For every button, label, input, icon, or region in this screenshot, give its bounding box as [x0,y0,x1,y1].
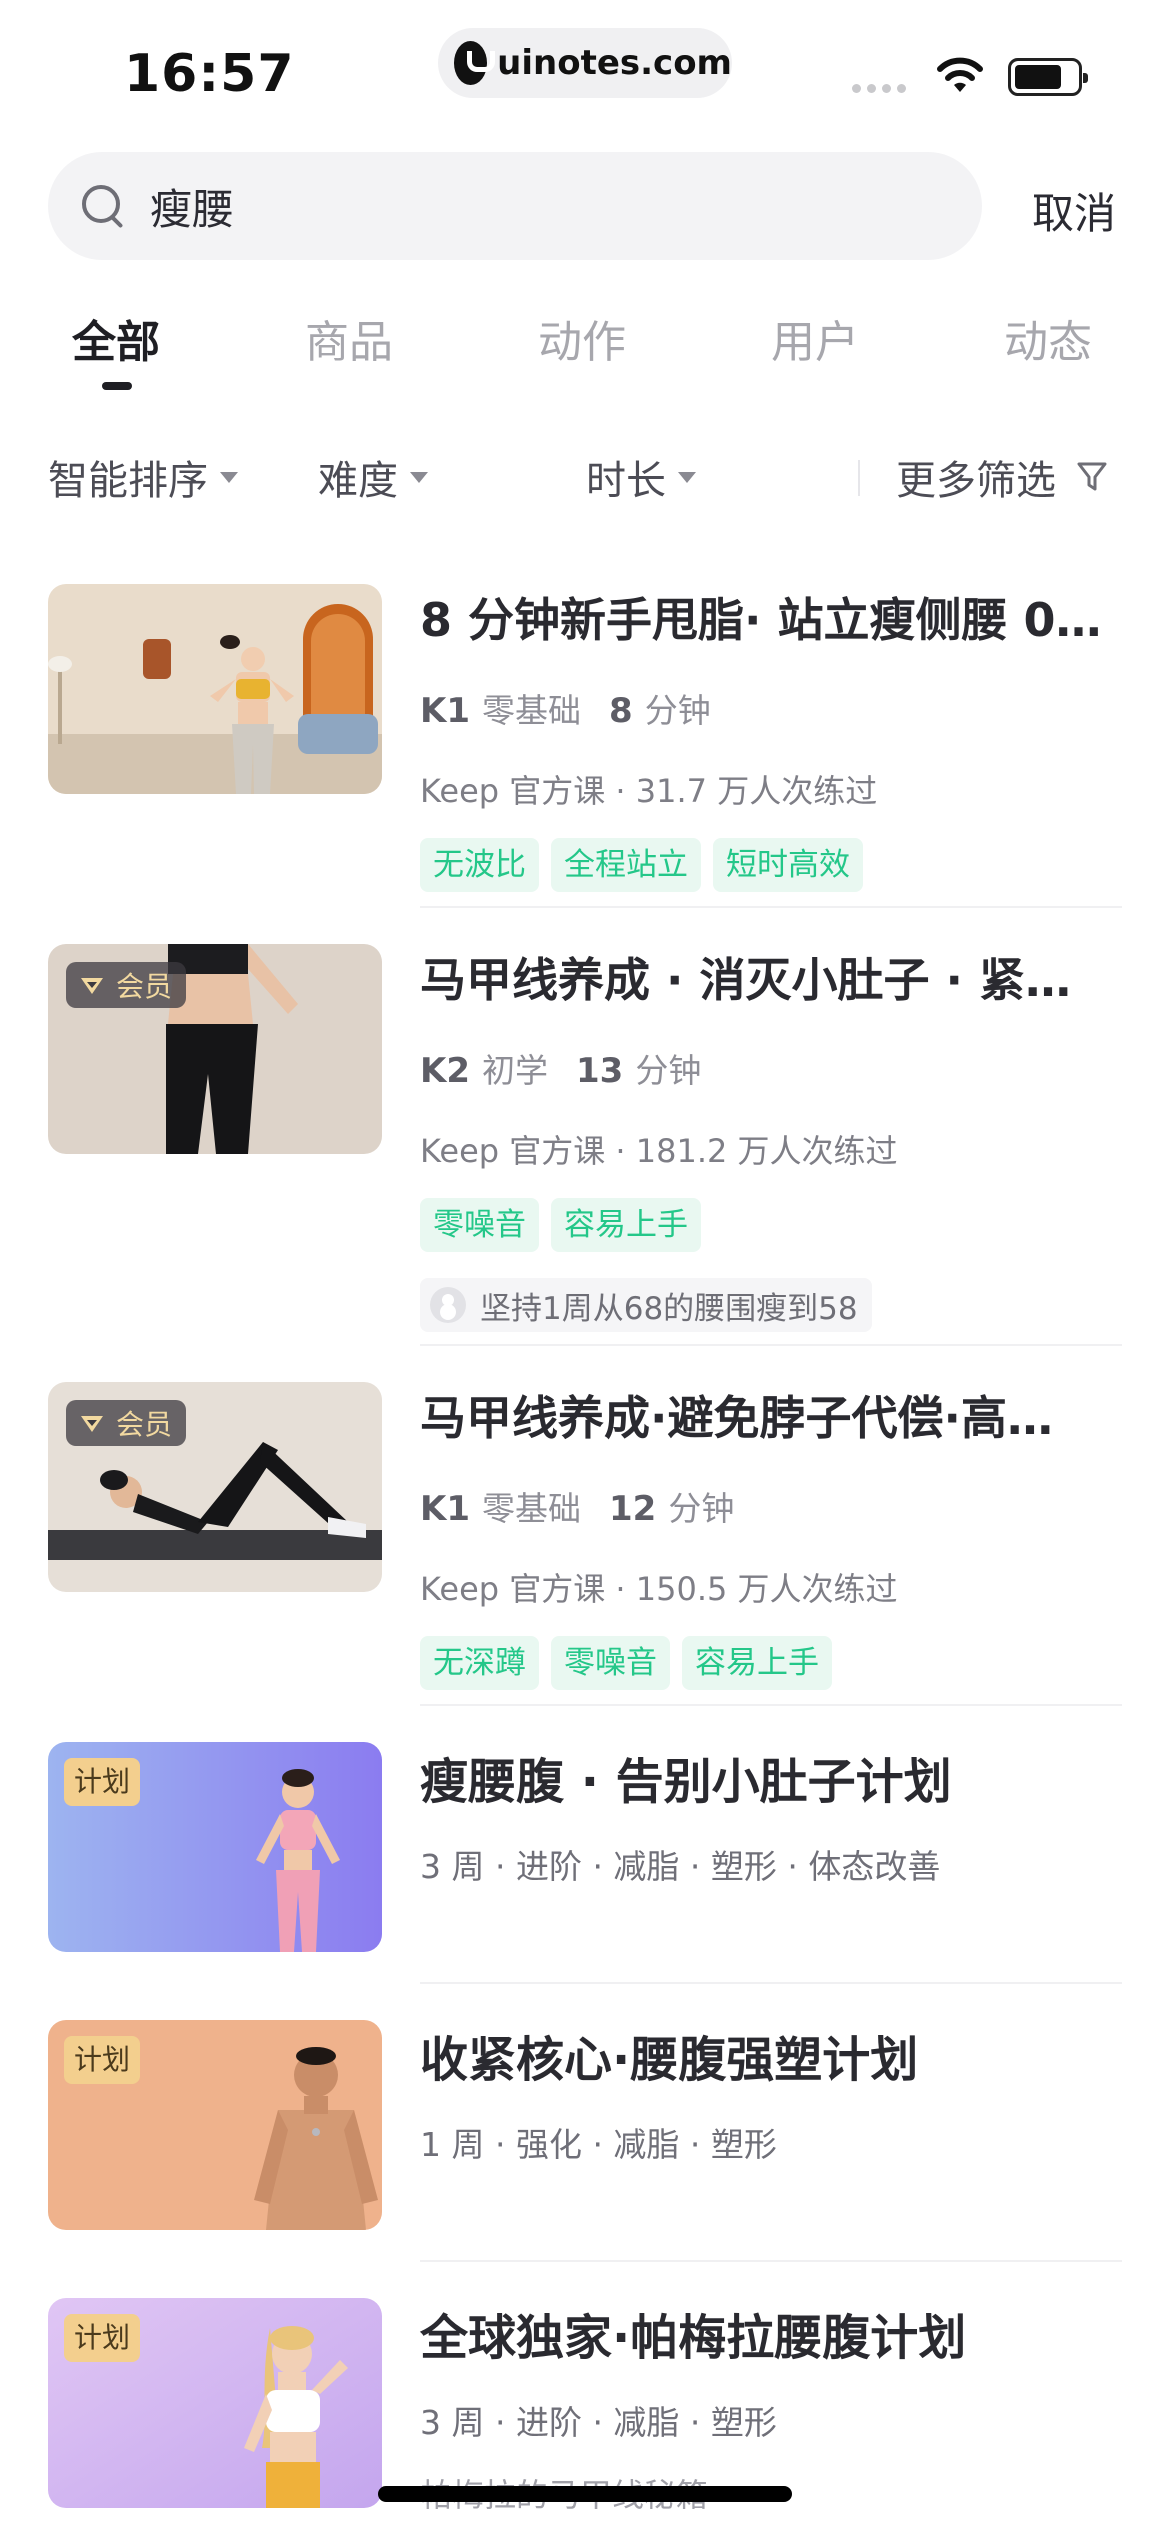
plan-thumbnail: 计划 [48,1742,382,1952]
course-thumbnail [48,584,382,794]
vip-badge: 会员 [66,1400,187,1446]
course-minutes-unit: 分钟 [644,691,711,730]
filter-bar: 智能排序 难度 时长 更多筛选 [0,448,1170,508]
result-tabs: 全部 商品 动作 用户 动态 [0,306,1170,406]
tab-exercises[interactable]: 动作 [538,306,626,370]
plan-badge: 计划 [64,2036,141,2084]
course-minutes: 8 [609,691,633,731]
course-meta: Keep 官方课 · 181.2 万人次练过 [420,1132,898,1170]
plan-badge: 计划 [64,1758,141,1806]
list-divider [420,1704,1122,1706]
search-input[interactable]: 瘦腰 [48,152,982,260]
list-divider [420,2260,1122,2262]
course-tag: 容易上手 [551,1198,701,1252]
course-minutes-unit: 分钟 [635,1051,702,1090]
course-thumbnail: 会员 [48,944,382,1154]
filter-divider [858,460,860,496]
sort-filter[interactable]: 智能排序 [48,448,238,506]
course-level-code: K2 [420,1051,471,1091]
course-level-name: 零基础 [482,691,582,730]
cellular-signal-icon [852,84,906,93]
plan-thumbnail: 计划 [48,2020,382,2230]
course-thumbnail: 会员 [48,1382,382,1592]
course-tag: 全程站立 [551,838,701,892]
list-divider [420,1344,1122,1346]
course-comment-text: 坚持1周从68的腰围瘦到58 [480,1290,858,1327]
course-tag: 零噪音 [551,1636,670,1690]
list-divider [420,906,1122,908]
vip-badge: 会员 [66,962,187,1008]
plan-badge: 计划 [64,2314,141,2362]
course-tags: 无深蹲 零噪音 容易上手 [420,1636,1120,1690]
course-tag: 无深蹲 [420,1636,539,1690]
search-icon [82,185,124,227]
plan-thumbnail: 计划 [48,2298,382,2508]
caret-down-icon [410,471,428,483]
active-tab-indicator [102,382,132,390]
url-text: uinotes.com [497,43,732,83]
url-pill[interactable]: uinotes.com [438,28,732,98]
course-level-code: K1 [420,691,471,731]
sort-filter-label: 智能排序 [48,458,208,504]
plan-title: 全球独家·帕梅拉腰腹计划 [420,2310,967,2366]
course-comment[interactable]: 坚持1周从68的腰围瘦到58 [420,1278,872,1332]
course-tag: 容易上手 [682,1636,832,1690]
course-meta: Keep 官方课 · 31.7 万人次练过 [420,772,878,810]
course-meta: Keep 官方课 · 150.5 万人次练过 [420,1570,898,1608]
course-level: K1 零基础 12 分钟 [420,1482,1120,1530]
course-tag: 无波比 [420,838,539,892]
search-query: 瘦腰 [150,184,235,234]
vip-label: 会员 [116,1408,173,1441]
plan-meta: 3 周 · 进阶 · 减脂 · 塑形 · 体态改善 [420,1847,941,1886]
tab-products[interactable]: 商品 [305,306,393,370]
course-minutes: 13 [576,1051,624,1091]
home-indicator[interactable] [378,2486,792,2502]
vip-diamond-icon [81,978,103,994]
caret-down-icon [678,471,696,483]
duration-filter-label: 时长 [586,458,666,504]
status-bar: 16:57 uinotes.com [0,0,1170,140]
duration-filter[interactable]: 时长 [586,448,696,506]
course-title: 马甲线养成·避免脖子代偿·高… [420,1391,1053,1445]
course-minutes: 12 [609,1489,657,1529]
cancel-button[interactable]: 取消 [1032,180,1116,241]
course-minutes-unit: 分钟 [668,1489,735,1528]
course-level-name: 零基础 [482,1489,582,1528]
tab-feed[interactable]: 动态 [1004,306,1092,370]
difficulty-filter[interactable]: 难度 [318,448,428,506]
course-level-name: 初学 [482,1051,549,1090]
plan-title: 瘦腰腹 · 告别小肚子计划 [420,1754,952,1810]
more-filters-button[interactable]: 更多筛选 [896,448,1108,506]
status-time: 16:57 [124,44,295,104]
course-level-code: K1 [420,1489,471,1529]
list-divider [420,1982,1122,1984]
vip-label: 会员 [116,970,173,1003]
course-tags: 零噪音 容易上手 [420,1198,1120,1252]
difficulty-filter-label: 难度 [318,458,398,504]
course-title: 马甲线养成 · 消灭小肚子 · 紧… [420,953,1072,1007]
course-level: K2 初学 13 分钟 [420,1044,1120,1092]
course-tag: 零噪音 [420,1198,539,1252]
tab-users[interactable]: 用户 [771,306,859,370]
plan-meta: 3 周 · 进阶 · 减脂 · 塑形 [420,2403,777,2442]
funnel-icon [1077,462,1107,491]
more-filters-label: 更多筛选 [896,458,1056,504]
course-level: K1 零基础 8 分钟 [420,684,1120,732]
wifi-icon [937,57,983,92]
plan-meta: 1 周 · 强化 · 减脂 · 塑形 [420,2125,777,2164]
tab-all[interactable]: 全部 [72,306,160,370]
plan-title: 收紧核心·腰腹强塑计划 [420,2032,919,2088]
vip-diamond-icon [81,1416,103,1432]
caret-down-icon [220,471,238,483]
course-tag: 短时高效 [713,838,863,892]
battery-icon [1008,58,1088,96]
course-title: 8 分钟新手甩脂· 站立瘦侧腰 0… [420,593,1102,647]
user-avatar-icon [430,1287,466,1323]
site-logo-icon [454,41,496,85]
course-tags: 无波比 全程站立 短时高效 [420,838,1120,892]
